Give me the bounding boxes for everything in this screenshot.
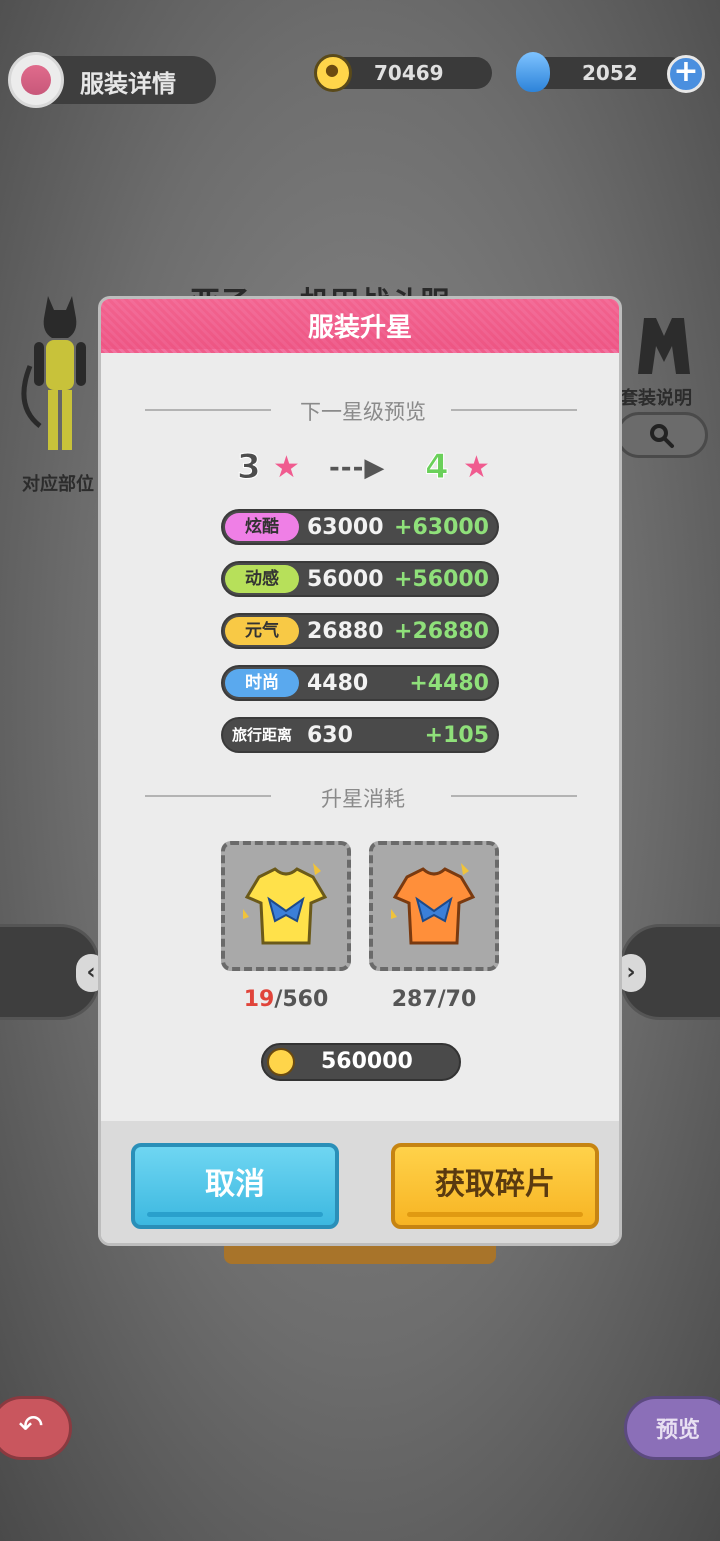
- stat-increase: +63000: [394, 515, 489, 540]
- page-title: 服装详情: [80, 70, 176, 98]
- preview-label: 预览: [656, 1418, 701, 1443]
- gem-icon: [516, 52, 550, 92]
- stat-row: 旅行距离 630 +105: [221, 717, 499, 753]
- part-label: 对应部位: [22, 474, 94, 495]
- stat-label: 元气: [225, 617, 299, 645]
- material-needed: /560: [274, 987, 329, 1012]
- get-fragments-label: 获取碎片: [435, 1167, 555, 1202]
- material-needed: /70: [437, 987, 477, 1012]
- current-star-level: 3: [237, 447, 262, 488]
- coin-icon: [314, 54, 352, 92]
- get-fragments-button[interactable]: 获取碎片: [391, 1143, 599, 1229]
- material-slot[interactable]: [221, 841, 351, 971]
- arrow-right-icon: ---▶: [329, 453, 386, 483]
- material-owned: 287: [391, 987, 438, 1012]
- search-icon: [650, 424, 674, 448]
- stat-value: 4480: [307, 671, 369, 696]
- stat-value: 26880: [307, 619, 384, 644]
- coin-icon: [267, 1048, 295, 1076]
- star-icon: ★: [273, 450, 300, 485]
- gold-cost-amount: 560000: [321, 1049, 413, 1074]
- divider: [145, 409, 271, 411]
- cost-section-title: 升星消耗: [321, 787, 405, 811]
- gold-cost: 560000: [261, 1043, 461, 1081]
- star-icon: ★: [463, 450, 490, 485]
- orange-shirt-fragment-icon: [391, 863, 476, 945]
- stat-row: 时尚 4480 +4480: [221, 665, 499, 701]
- coin-amount: 70469: [374, 61, 444, 85]
- dialog-title: 服装升星: [307, 313, 412, 343]
- back-button[interactable]: ↶: [0, 1396, 72, 1460]
- material-count: 19/560: [221, 987, 351, 1012]
- stat-label: 时尚: [225, 669, 299, 697]
- body-part-icon: [21, 296, 86, 450]
- next-star-level: 4: [425, 447, 450, 488]
- stat-value: 56000: [307, 567, 384, 592]
- stat-row: 动感 56000 +56000: [221, 561, 499, 597]
- divider: [451, 795, 577, 797]
- stat-label: 旅行距离: [225, 721, 299, 749]
- divider: [145, 795, 271, 797]
- cancel-button[interactable]: 取消: [131, 1143, 339, 1229]
- add-gems-button[interactable]: +: [667, 55, 705, 93]
- divider: [451, 409, 577, 411]
- stat-label: 炫酷: [225, 513, 299, 541]
- cancel-label: 取消: [205, 1167, 265, 1202]
- avatar[interactable]: [8, 52, 64, 108]
- stat-value: 630: [307, 723, 353, 748]
- stat-row: 炫酷 63000 +63000: [221, 509, 499, 545]
- stat-increase: +105: [424, 723, 489, 748]
- set-info-label: 套装说明: [620, 388, 692, 409]
- stat-increase: +56000: [394, 567, 489, 592]
- yellow-shirt-fragment-icon: [243, 863, 328, 945]
- material-slot[interactable]: [369, 841, 499, 971]
- material-owned: 19: [243, 987, 275, 1012]
- preview-section-title: 下一星级预览: [300, 400, 426, 424]
- star-upgrade-dialog: 服装升星 下一星级预览 3 ★ ---▶ 4 ★ 炫酷 63000 +63000…: [98, 296, 622, 1246]
- stat-increase: +4480: [409, 671, 489, 696]
- stat-label: 动感: [225, 565, 299, 593]
- stat-value: 63000: [307, 515, 384, 540]
- search-button[interactable]: [616, 412, 708, 458]
- material-count: 287/70: [369, 987, 499, 1012]
- outfit-set-icon: [638, 318, 690, 374]
- stat-row: 元气 26880 +26880: [221, 613, 499, 649]
- stat-increase: +26880: [394, 619, 489, 644]
- gem-amount: 2052: [582, 61, 638, 85]
